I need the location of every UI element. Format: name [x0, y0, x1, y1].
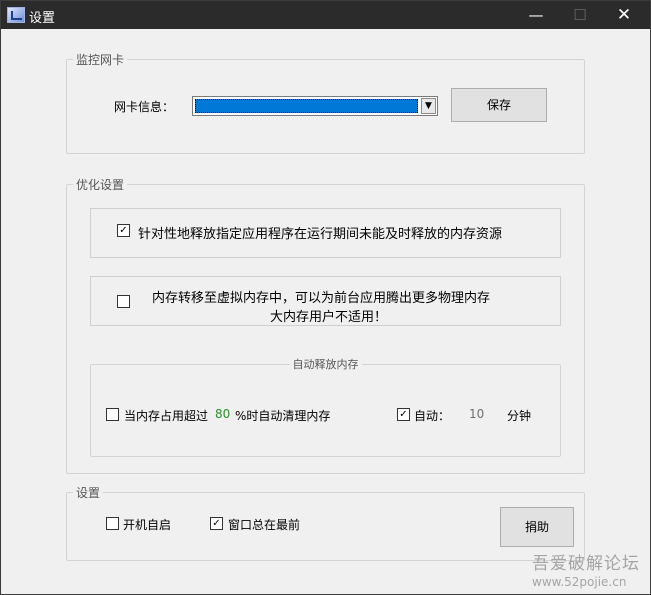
percent-value[interactable]: 80 [215, 407, 230, 421]
donate-button[interactable]: 捐助 [500, 507, 574, 547]
auto-label: 自动： [414, 409, 451, 423]
window-title: 设置 [29, 11, 56, 26]
auto-release-legend: 自动释放内存 [292, 358, 359, 371]
percent-prefix-label: 当内存占用超过 [124, 409, 209, 423]
nic-select-value [195, 99, 418, 113]
close-icon[interactable]: ✕ [601, 1, 647, 29]
startup-checkbox[interactable] [106, 517, 119, 530]
watermark-line2: www.52pojie.cn [532, 575, 627, 589]
nic-legend: 监控网卡 [76, 53, 125, 67]
opt2-label-line2: 大内存用户不适用！ [270, 310, 388, 325]
maximize-icon[interactable]: ☐ [557, 1, 603, 29]
opt2-checkbox[interactable] [117, 295, 130, 308]
settings-legend: 设置 [76, 486, 101, 500]
nic-select[interactable]: ▼ [192, 96, 438, 116]
percent-checkbox[interactable] [106, 408, 119, 421]
opt2-label-line1: 内存转移至虚拟内存中，可以为前台应用腾出更多物理内存 [152, 291, 491, 306]
optimize-legend: 优化设置 [76, 178, 125, 192]
nic-label: 网卡信息： [114, 100, 175, 114]
chevron-down-icon[interactable]: ▼ [421, 98, 436, 114]
topmost-label: 窗口总在最前 [228, 518, 301, 532]
watermark: 吾爱破解论坛 www.52pojie.cn [532, 549, 640, 589]
minutes-unit: 分钟 [507, 409, 532, 423]
watermark-line1: 吾爱破解论坛 [532, 554, 640, 574]
minutes-value[interactable]: 10 [469, 407, 484, 421]
app-icon [7, 7, 25, 23]
minimize-icon[interactable]: — [513, 1, 559, 29]
opt1-label: 针对性地释放指定应用程序在运行期间未能及时释放的内存资源 [138, 227, 503, 242]
opt1-checkbox[interactable]: ✓ [117, 224, 130, 237]
settings-window: 设置 — ☐ ✕ 监控网卡 网卡信息： ▼ 保存 优化设置 ✓ 针对性地释放指定… [0, 0, 651, 595]
percent-suffix-label: %时自动清理内存 [235, 409, 331, 423]
save-button[interactable]: 保存 [451, 88, 547, 122]
auto-checkbox[interactable]: ✓ [397, 408, 410, 421]
topmost-checkbox[interactable]: ✓ [210, 517, 223, 530]
title-bar: 设置 — ☐ ✕ [1, 1, 650, 29]
startup-label: 开机自启 [123, 518, 172, 532]
